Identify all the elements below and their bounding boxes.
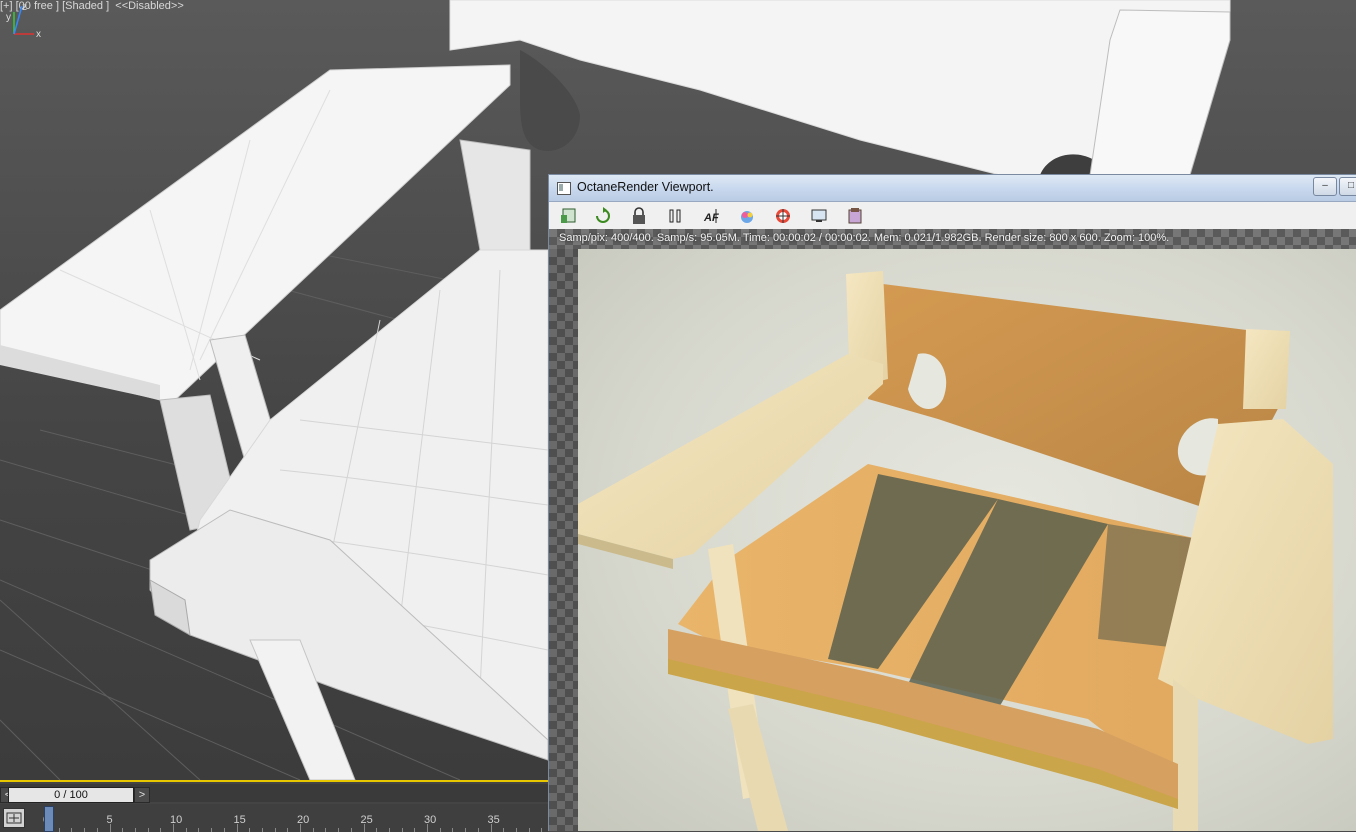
ruler-tick bbox=[376, 828, 378, 832]
ruler-tick-label: 20 bbox=[297, 814, 310, 826]
axis-gizmo: x y z bbox=[6, 2, 41, 40]
ruler-tick bbox=[96, 828, 98, 832]
ruler-tick bbox=[122, 828, 124, 832]
ruler-tick bbox=[477, 828, 479, 832]
render-image[interactable] bbox=[578, 249, 1356, 831]
ruler-tick bbox=[401, 828, 403, 832]
ruler-tick-label: 5 bbox=[106, 814, 113, 826]
save-image-icon bbox=[561, 208, 576, 223]
render-stats: Samp/pix: 400/400. Samp/s: 95.05M. Time:… bbox=[559, 232, 1170, 244]
save-image-button[interactable] bbox=[557, 205, 579, 227]
ruler-tick bbox=[84, 828, 86, 832]
ruler-tick bbox=[58, 828, 60, 832]
ruler-tick bbox=[274, 828, 276, 832]
ruler-tick-label: 30 bbox=[424, 814, 437, 826]
ruler-tick bbox=[160, 828, 162, 832]
next-frame-button[interactable]: > bbox=[134, 787, 150, 803]
octane-toolbar: AF bbox=[549, 202, 1356, 229]
axis-x-label: x bbox=[36, 29, 41, 40]
ruler-tick-label: 35 bbox=[487, 814, 500, 826]
ruler-tick bbox=[71, 828, 73, 832]
render-status-bar: Samp/pix: 400/400. Samp/s: 95.05M. Time:… bbox=[549, 229, 1356, 249]
octane-titlebar[interactable]: OctaneRender Viewport. – □ bbox=[549, 175, 1356, 202]
axis-y-label: y bbox=[6, 12, 11, 23]
ruler-tick bbox=[147, 828, 149, 832]
ruler-tick bbox=[198, 828, 200, 832]
ruler-tick bbox=[185, 828, 187, 832]
octane-render-window: OctaneRender Viewport. – □ AF Samp/pix: … bbox=[548, 174, 1356, 831]
region-render-icon bbox=[776, 209, 790, 223]
ruler-tick bbox=[350, 828, 352, 832]
rendered-chair bbox=[578, 271, 1333, 831]
window-app-icon bbox=[557, 182, 571, 195]
curve-editor-icon bbox=[6, 812, 22, 824]
ruler-tick bbox=[325, 828, 327, 832]
restart-render-button[interactable] bbox=[592, 205, 614, 227]
open-curve-editor-button[interactable] bbox=[3, 808, 25, 828]
ruler-tick bbox=[388, 828, 390, 832]
clay-mode-button[interactable] bbox=[844, 205, 866, 227]
time-slider: < 0 / 100 > 05101520253035 bbox=[0, 780, 548, 832]
ruler-tick bbox=[287, 828, 289, 832]
ruler-tick-label: 10 bbox=[170, 814, 183, 826]
ruler-tick bbox=[503, 828, 505, 832]
ruler-tick bbox=[312, 828, 314, 832]
ruler-tick bbox=[249, 828, 251, 832]
ruler-tick bbox=[134, 828, 136, 832]
ruler-tick bbox=[528, 828, 530, 832]
ruler-tick-label: 25 bbox=[360, 814, 373, 826]
maximize-button[interactable]: □ bbox=[1339, 177, 1356, 196]
ruler-tick bbox=[439, 828, 441, 832]
display-icon bbox=[811, 209, 827, 222]
ruler-tick bbox=[211, 828, 213, 832]
restart-render-icon bbox=[596, 207, 610, 223]
frame-counter[interactable]: 0 / 100 bbox=[8, 787, 134, 803]
axis-z-label: z bbox=[22, 2, 27, 13]
ruler-tick bbox=[223, 828, 225, 832]
ruler-tick bbox=[515, 828, 517, 832]
ruler-tick bbox=[465, 828, 467, 832]
frame-ruler[interactable]: 05101520253035 bbox=[30, 804, 548, 832]
time-cursor[interactable] bbox=[44, 806, 54, 832]
ruler-tick bbox=[414, 828, 416, 832]
auto-focus-button[interactable]: AF bbox=[700, 205, 722, 227]
svg-text:AF: AF bbox=[703, 212, 719, 224]
region-render-button[interactable] bbox=[772, 205, 794, 227]
ruler-tick bbox=[541, 828, 543, 832]
pause-icon bbox=[669, 209, 681, 223]
ruler-tick-label: 15 bbox=[233, 814, 246, 826]
ruler-tick bbox=[338, 828, 340, 832]
material-picker-button[interactable] bbox=[736, 205, 758, 227]
af-focus-icon: AF bbox=[703, 209, 719, 224]
track-bar[interactable]: 05101520253035 bbox=[0, 804, 548, 832]
ruler-tick bbox=[261, 828, 263, 832]
display-settings-button[interactable] bbox=[808, 205, 830, 227]
material-picker-icon bbox=[741, 211, 753, 223]
time-slider-bar[interactable]: < 0 / 100 > bbox=[0, 784, 548, 803]
ruler-tick bbox=[452, 828, 454, 832]
pause-button[interactable] bbox=[664, 205, 686, 227]
clay-mode-icon bbox=[848, 208, 862, 224]
lock-button[interactable] bbox=[628, 205, 650, 227]
window-title: OctaneRender Viewport. bbox=[577, 180, 714, 194]
minimize-button[interactable]: – bbox=[1313, 177, 1337, 196]
lock-icon bbox=[633, 207, 645, 224]
